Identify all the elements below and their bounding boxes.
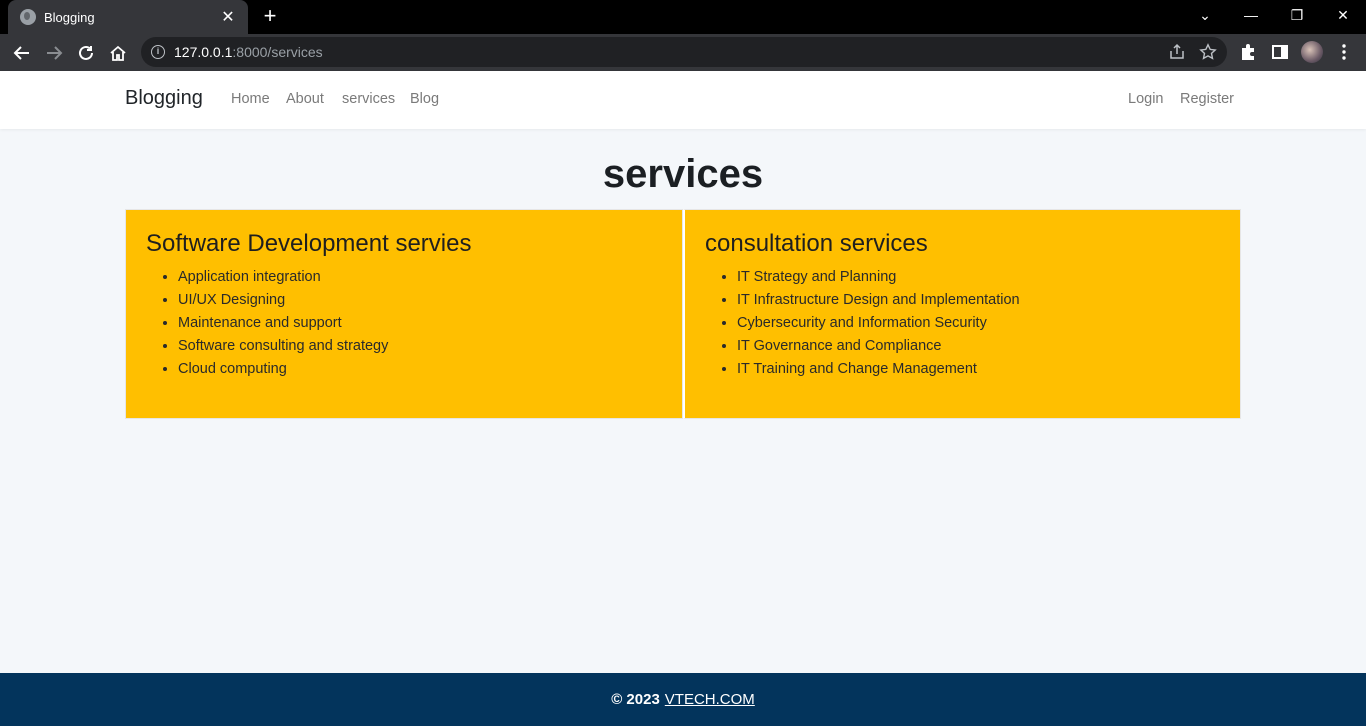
tab-close-icon[interactable]: ✕ [218, 7, 238, 27]
card-heading: consultation services [705, 230, 928, 257]
profile-avatar[interactable] [1301, 41, 1323, 63]
card-heading: Software Development servies [146, 230, 472, 257]
tab-search-icon[interactable]: ⌄ [1182, 0, 1228, 30]
address-bar[interactable]: i 127.0.0.1:8000/services [141, 37, 1227, 67]
more-menu-icon[interactable] [1334, 42, 1354, 62]
service-list: IT Strategy and Planning IT Infrastructu… [737, 266, 1220, 381]
footer-link[interactable]: VTECH.COM [665, 691, 755, 708]
home-button[interactable] [105, 40, 131, 66]
nav-link-about[interactable]: About [286, 91, 324, 107]
globe-icon [20, 9, 36, 25]
nav-link-home[interactable]: Home [231, 91, 270, 107]
brand-link[interactable]: Blogging [125, 87, 203, 110]
reload-icon [79, 45, 93, 60]
new-tab-button[interactable]: + [258, 5, 282, 29]
service-card-software: Software Development servies Application… [125, 209, 683, 419]
back-arrow-icon [13, 46, 29, 60]
services-cards: Software Development servies Application… [125, 209, 1241, 419]
footer-copyright: © 2023 [611, 691, 660, 708]
list-item: Maintenance and support [178, 312, 662, 335]
reload-button[interactable] [73, 40, 99, 66]
list-item: Application integration [178, 266, 662, 289]
login-link[interactable]: Login [1128, 91, 1163, 107]
close-window-button[interactable]: ✕ [1320, 0, 1366, 30]
forward-arrow-icon [47, 46, 63, 60]
forward-button[interactable] [41, 40, 67, 66]
nav-link-blog[interactable]: Blog [410, 91, 439, 107]
url-path: :8000/services [232, 44, 323, 60]
list-item: UI/UX Designing [178, 289, 662, 312]
service-list: Application integration UI/UX Designing … [178, 266, 662, 381]
site-info-icon[interactable]: i [151, 45, 165, 59]
minimize-button[interactable]: — [1228, 0, 1274, 30]
browser-toolbar: i 127.0.0.1:8000/services [0, 34, 1366, 71]
list-item: Cloud computing [178, 358, 662, 381]
list-item: IT Training and Change Management [737, 358, 1220, 381]
list-item: Software consulting and strategy [178, 335, 662, 358]
list-item: Cybersecurity and Information Security [737, 312, 1220, 335]
browser-tabstrip: Blogging ✕ + ⌄ — ❐ ✕ [0, 0, 1366, 34]
bookmark-star-icon[interactable] [1199, 43, 1217, 61]
url-text: 127.0.0.1:8000/services [174, 44, 323, 60]
home-icon [110, 45, 126, 61]
url-host: 127.0.0.1 [174, 44, 233, 60]
site-navbar: Blogging Home About services Blog Login … [0, 71, 1366, 129]
list-item: IT Governance and Compliance [737, 335, 1220, 358]
back-button[interactable] [9, 40, 35, 66]
list-item: IT Strategy and Planning [737, 266, 1220, 289]
nav-link-services[interactable]: services [342, 91, 395, 107]
extensions-icon[interactable] [1238, 42, 1258, 62]
service-card-consultation: consultation services IT Strategy and Pl… [683, 209, 1241, 419]
side-panel-icon[interactable] [1270, 42, 1290, 62]
page-title: services [602, 152, 764, 196]
register-link[interactable]: Register [1180, 91, 1234, 107]
restore-button[interactable]: ❐ [1274, 0, 1320, 30]
share-icon[interactable] [1168, 43, 1186, 61]
site-footer: © 2023 VTECH.COM [0, 673, 1366, 726]
tab-title: Blogging [44, 9, 95, 25]
browser-tab[interactable]: Blogging ✕ [8, 0, 248, 34]
list-item: IT Infrastructure Design and Implementat… [737, 289, 1220, 312]
